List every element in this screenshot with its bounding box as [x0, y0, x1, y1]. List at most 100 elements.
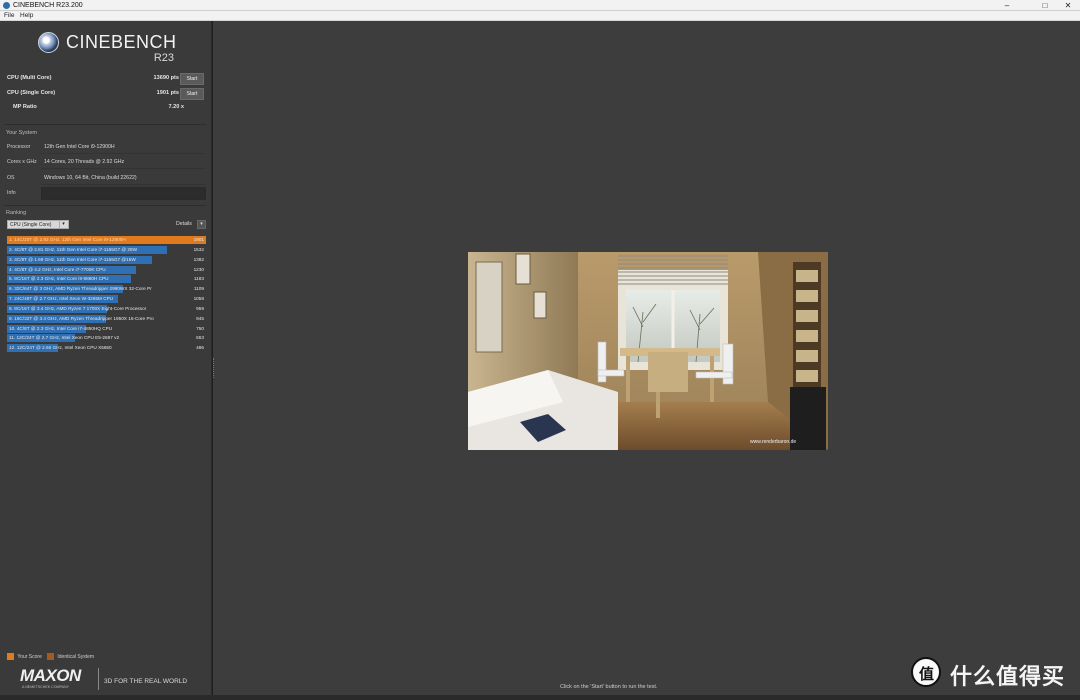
title-bar: CINEBENCH R23.200 – □ ✕: [0, 0, 1080, 11]
ranking-label: 3. 4C/8T @ 1.69 GHz, 11th Gen Intel Core…: [9, 256, 136, 262]
ranking-score: 1532: [193, 246, 204, 252]
ranking-score: 486: [196, 345, 204, 351]
render-scene: www.renderbaron.de: [468, 252, 828, 450]
left-panel: CINEBENCH R23 CPU (Multi Core) 13690 pts…: [0, 21, 212, 695]
your-system-title: Your System: [6, 130, 37, 136]
divider: [4, 205, 206, 206]
menu-help[interactable]: Help: [20, 11, 33, 21]
start-multi-button[interactable]: Start: [180, 73, 204, 85]
divider: [4, 124, 206, 125]
system-key: Info: [7, 190, 16, 196]
details-dropdown-button[interactable]: ▾: [197, 220, 206, 229]
ranking-score: 1901: [193, 237, 204, 242]
single-core-row: CPU (Single Core) 1901 pts Start: [0, 88, 210, 102]
ranking-score: 1183: [193, 276, 204, 282]
multi-core-row: CPU (Multi Core) 13690 pts Start: [0, 73, 210, 87]
ranking-row[interactable]: 5. 8C/16T @ 2.3 GHz, Intel Core i9-9880H…: [7, 274, 206, 284]
system-processor-row: Processor 12th Gen Intel Core i9-12900H: [4, 141, 206, 154]
ranking-row[interactable]: 2. 4C/8T @ 2.81 GHz, 11th Gen Intel Core…: [7, 245, 206, 255]
menu-bar: File Help: [0, 11, 1080, 21]
cinebench-logo-icon: [38, 32, 59, 53]
chevron-down-icon: ▾: [200, 221, 203, 227]
ranking-row[interactable]: 4. 4C/8T @ 4.2 GHz, Intel Core i7-7700K …: [7, 265, 206, 275]
logo-version: R23: [153, 52, 174, 64]
single-core-score: 1901 pts: [156, 90, 179, 96]
multi-core-label: CPU (Multi Core): [7, 75, 52, 81]
maximize-button[interactable]: □: [1034, 0, 1056, 11]
ranking-score: 1382: [193, 256, 204, 262]
ranking-row[interactable]: 9. 16C/32T @ 3.4 GHz, AMD Ryzen Threadri…: [7, 314, 206, 324]
ranking-label: 10. 4C/8T @ 2.3 GHz, Intel Core i7-4850H…: [9, 325, 113, 331]
ranking-score: 750: [196, 325, 204, 331]
close-button[interactable]: ✕: [1057, 0, 1079, 11]
ranking-label: 11. 12C/24T @ 2.7 GHz, Intel Xeon CPU E5…: [9, 335, 120, 341]
logo-name: CINEBENCH: [66, 32, 177, 52]
legend-identical-label: Identical System: [57, 653, 95, 660]
ranking-label: 12. 12C/24T @ 2.66 GHz, Intel Xeon CPU X…: [9, 345, 112, 351]
legend-identical: Identical System: [47, 653, 94, 660]
ranking-label: 5. 8C/16T @ 2.3 GHz, Intel Core i9-9880H…: [9, 276, 109, 282]
multi-core-score: 13690 pts: [153, 75, 180, 81]
system-cores-row: Cores x GHz 14 Cores, 20 Threads @ 2.92 …: [4, 156, 206, 169]
ranking-title: Ranking: [6, 210, 27, 216]
ranking-score: 959: [196, 305, 204, 311]
system-value: 14 Cores, 20 Threads @ 2.92 GHz: [41, 156, 206, 169]
splitter-handle[interactable]: [213, 358, 215, 378]
legend-your-score: Your Score: [7, 653, 42, 660]
ranking-label: 2. 4C/8T @ 2.81 GHz, 11th Gen Intel Core…: [9, 246, 138, 252]
ranking-score: 945: [196, 315, 204, 321]
start-single-button[interactable]: Start: [180, 88, 204, 100]
menu-file[interactable]: File: [4, 11, 14, 21]
system-value: Windows 10, 64 Bit, China (build 22622): [41, 172, 206, 185]
ranking-list: 1. 14C/20T @ 2.92 GHz, 12th Gen Intel Co…: [7, 235, 206, 353]
watermark-logo: 值: [911, 657, 941, 687]
your-score-swatch: [7, 653, 14, 660]
ranking-score: 653: [196, 335, 204, 341]
ranking-score: 1058: [193, 296, 204, 302]
ranking-score: 1109: [193, 286, 204, 292]
ranking-row[interactable]: 1. 14C/20T @ 2.92 GHz, 12th Gen Intel Co…: [7, 235, 206, 245]
watermark-glyph: 值: [919, 666, 935, 683]
mp-ratio-value: 7.20 x: [168, 104, 184, 110]
status-bar: [0, 695, 1080, 700]
ranking-row[interactable]: 6. 32C/64T @ 3 GHz, AMD Ryzen Threadripp…: [7, 284, 206, 294]
ranking-label: 8. 8C/16T @ 3.4 GHz, AMD Ryzen 7 1700X E…: [9, 305, 147, 311]
mp-ratio-row: MP Ratio 7.20 x: [0, 102, 210, 116]
ranking-label: 1. 14C/20T @ 2.92 GHz, 12th Gen Intel Co…: [9, 237, 126, 242]
chevron-down-icon: ▾: [59, 221, 67, 228]
app-icon: [3, 2, 10, 9]
ranking-row[interactable]: 3. 4C/8T @ 1.69 GHz, 11th Gen Intel Core…: [7, 255, 206, 265]
minimize-button[interactable]: –: [996, 0, 1018, 11]
ranking-mode-value: CPU (Single Core): [10, 222, 52, 228]
system-value: 12th Gen Intel Core i9-12900H: [41, 141, 206, 154]
system-key: OS: [7, 175, 15, 181]
ranking-label: 7. 24C/48T @ 2.7 GHz, Intel Xeon W-3265M…: [9, 296, 114, 302]
watermark-text: 什么值得买: [950, 664, 1066, 689]
ranking-row[interactable]: 12. 12C/24T @ 2.66 GHz, Intel Xeon CPU X…: [7, 343, 206, 353]
system-info-row: Info: [4, 187, 206, 200]
ranking-row[interactable]: 10. 4C/8T @ 2.3 GHz, Intel Core i7-4850H…: [7, 324, 206, 334]
ranking-score: 1230: [193, 266, 204, 272]
ranking-row[interactable]: 7. 24C/48T @ 2.7 GHz, Intel Xeon W-3265M…: [7, 294, 206, 304]
ranking-label: 9. 16C/32T @ 3.4 GHz, AMD Ryzen Threadri…: [9, 315, 154, 321]
single-core-label: CPU (Single Core): [7, 90, 56, 96]
system-key: Cores x GHz: [7, 159, 37, 165]
ranking-label: 4. 4C/8T @ 4.2 GHz, Intel Core i7-7700K …: [9, 266, 106, 272]
system-os-row: OS Windows 10, 64 Bit, China (build 2262…: [4, 172, 206, 185]
render-preview-image: www.renderbaron.de: [468, 252, 828, 450]
ranking-label: 6. 32C/64T @ 3 GHz, AMD Ryzen Threadripp…: [9, 286, 152, 292]
maxon-sub: A NEMETSCHEK COMPANY: [22, 685, 70, 689]
identical-swatch: [47, 653, 54, 660]
window-title: CINEBENCH R23.200: [13, 2, 83, 9]
ranking-mode-select[interactable]: CPU (Single Core) ▾: [7, 220, 69, 229]
info-field[interactable]: [41, 187, 206, 200]
footer-divider: [98, 668, 99, 690]
details-label: Details: [176, 221, 192, 227]
ranking-row[interactable]: 8. 8C/16T @ 3.4 GHz, AMD Ryzen 7 1700X E…: [7, 304, 206, 314]
maxon-tagline: 3D FOR THE REAL WORLD: [104, 678, 188, 685]
mp-ratio-label: MP Ratio: [13, 104, 37, 110]
ranking-row[interactable]: 11. 12C/24T @ 2.7 GHz, Intel Xeon CPU E5…: [7, 333, 206, 343]
cinebench-logo: CINEBENCH R23: [38, 30, 178, 66]
render-hint: Click on the 'Start' button to run the t…: [560, 684, 658, 690]
legend-your-score-label: Your Score: [17, 653, 42, 660]
